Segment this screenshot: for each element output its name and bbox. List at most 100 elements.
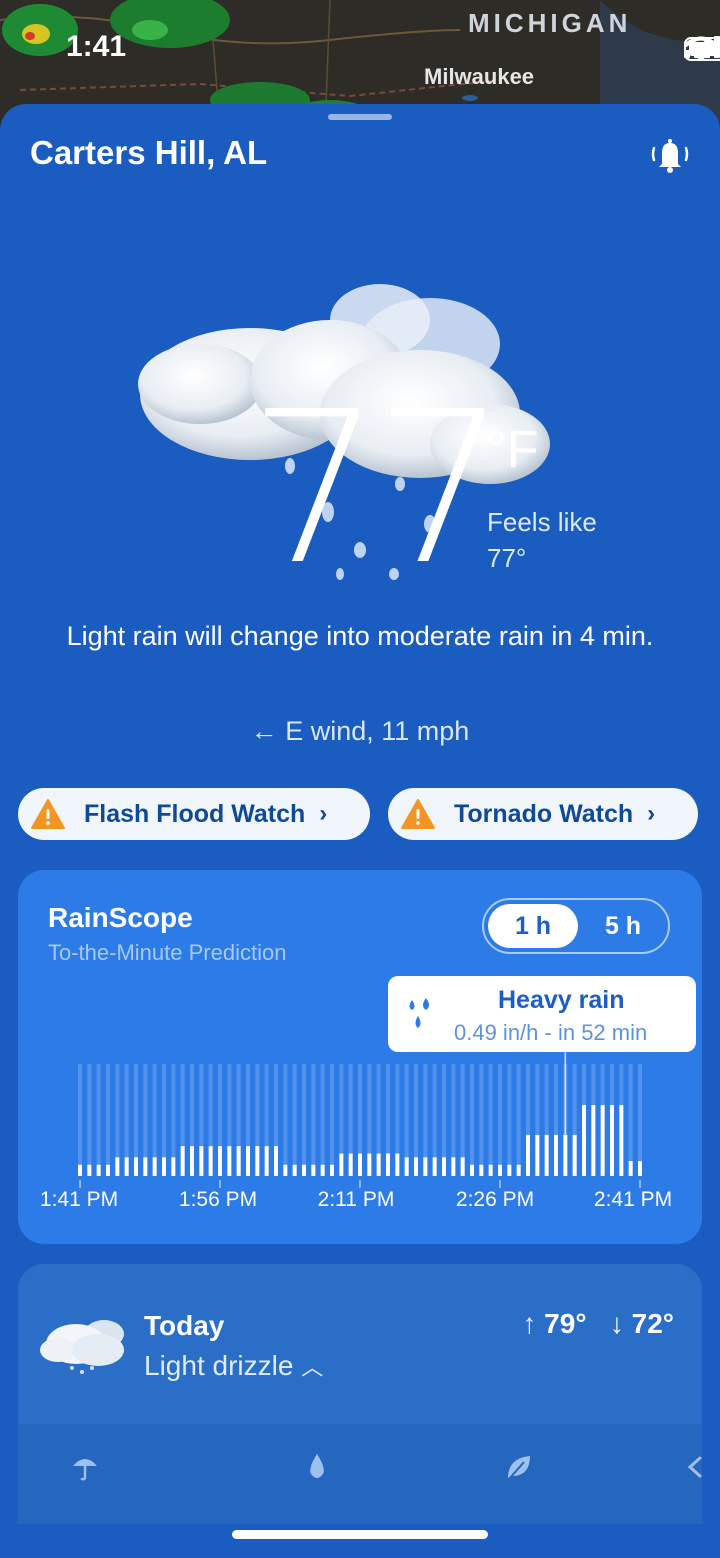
alert-tornado-button[interactable]: Tornado Watch › [388, 788, 698, 840]
rain-bar-track [470, 1064, 474, 1176]
time-label: 2:11 PM [317, 1188, 395, 1211]
alert-tornado-label: Tornado Watch [454, 799, 634, 828]
rainscope-subtitle: To-the-Minute Prediction [48, 940, 287, 965]
rain-bar [292, 1164, 297, 1176]
forecast-description-text: Light drizzle [144, 1350, 294, 1381]
status-time: 1:41 [66, 30, 127, 63]
forecast-description[interactable]: Light drizzle ︿ [144, 1350, 323, 1382]
rain-bar-track [78, 1064, 82, 1176]
raindrops-icon [409, 998, 429, 1028]
temperature-unit: °F [486, 421, 539, 479]
weather-sheet[interactable]: Carters Hill, AL 77 °F Feels like 77° Li… [0, 104, 720, 1558]
alert-bell-icon[interactable] [648, 134, 692, 174]
leaf-icon[interactable] [504, 1452, 534, 1482]
rain-bar [358, 1153, 362, 1176]
forecast-high: ↑ 79° [522, 1308, 587, 1339]
rain-bar [619, 1105, 624, 1176]
rain-bar-track [292, 1064, 297, 1176]
rain-bar [582, 1105, 586, 1176]
sheet-grabber[interactable] [328, 114, 392, 120]
segment-5h[interactable]: 5 h [578, 904, 668, 948]
rain-bar-track [488, 1064, 493, 1176]
rain-bar [171, 1157, 176, 1176]
rain-tooltip: Heavy rain 0.49 in/h - in 52 min [388, 976, 696, 1052]
rain-bar-track [283, 1064, 288, 1176]
rain-bar [274, 1146, 278, 1176]
rain-bar [386, 1153, 390, 1176]
alert-flash-flood-button[interactable]: Flash Flood Watch › [18, 788, 370, 840]
rain-bar [544, 1134, 549, 1176]
current-temperature: 77 [248, 366, 507, 611]
rain-bar [376, 1153, 381, 1176]
rain-bar [526, 1134, 530, 1176]
rain-bar [479, 1164, 484, 1176]
rain-bar [227, 1146, 232, 1176]
rain-bar [432, 1157, 437, 1176]
rain-bar-track [479, 1064, 484, 1176]
rain-bar [78, 1164, 82, 1176]
chevron-right-icon: › [647, 800, 656, 827]
map-label-city: Milwaukee [424, 64, 535, 89]
rain-bar [404, 1157, 409, 1176]
feels-like-label: Feels like [487, 507, 597, 537]
rain-bar [134, 1157, 138, 1176]
rain-bar [516, 1164, 521, 1176]
rain-bar [152, 1157, 157, 1176]
rain-bar [162, 1157, 166, 1176]
rain-bar [535, 1134, 540, 1176]
rain-bar [470, 1164, 474, 1176]
rain-bar [367, 1153, 372, 1176]
umbrella-icon[interactable] [70, 1452, 100, 1482]
battery-icon [684, 37, 720, 61]
rain-bar [507, 1164, 512, 1176]
rain-bar [451, 1157, 456, 1176]
time-label: 1:41 PM [39, 1188, 119, 1211]
wind-info: ← E wind, 11 mph [250, 716, 470, 746]
rain-bar [264, 1146, 269, 1176]
rain-bar [87, 1164, 92, 1176]
rain-bar [106, 1164, 110, 1176]
rain-bar [246, 1146, 250, 1176]
rain-bar [208, 1146, 213, 1176]
rain-bar [348, 1153, 353, 1176]
rain-bar-track [311, 1064, 316, 1176]
tooltip-detail: 0.49 in/h - in 52 min [454, 1020, 648, 1045]
time-label: 2:26 PM [455, 1188, 535, 1211]
rain-bar [591, 1105, 596, 1176]
rain-bar [330, 1164, 334, 1176]
rain-bar [572, 1134, 577, 1176]
drizzle-cloud-icon [40, 1320, 124, 1374]
precip-summary: Light rain will change into moderate rai… [66, 621, 654, 651]
rain-bar-track [330, 1064, 334, 1176]
rainscope-card[interactable]: RainScope To-the-Minute Prediction 1 h 5… [18, 870, 702, 1244]
rain-bar [218, 1146, 222, 1176]
rain-bar-track [87, 1064, 92, 1176]
drop-icon[interactable] [302, 1452, 332, 1482]
rain-bar [115, 1157, 120, 1176]
time-label: 1:56 PM [178, 1188, 258, 1211]
rain-bar [339, 1153, 344, 1176]
rain-bar-track [106, 1064, 110, 1176]
warning-icon [31, 799, 65, 829]
rain-bar [423, 1157, 428, 1176]
timespan-segmented-control[interactable]: 1 h 5 h [482, 898, 670, 954]
segment-1h[interactable]: 1 h [488, 904, 578, 948]
rain-bar [442, 1157, 446, 1176]
rain-bar [498, 1164, 502, 1176]
rain-bar-track [638, 1064, 642, 1176]
rainscope-title: RainScope [48, 902, 193, 933]
home-indicator[interactable] [232, 1530, 488, 1539]
rain-bar [395, 1153, 400, 1176]
warning-icon [401, 799, 435, 829]
chevron-left-icon[interactable] [680, 1452, 702, 1482]
forecast-low: ↓ 72° [609, 1308, 674, 1339]
rain-bar [460, 1157, 465, 1176]
rain-bar [302, 1164, 306, 1176]
rain-bar-track [320, 1064, 325, 1176]
time-label: 2:41 PM [593, 1188, 673, 1211]
rain-bar [610, 1105, 614, 1176]
chevron-up-icon: ︿ [301, 1355, 324, 1380]
rain-bar-track [507, 1064, 512, 1176]
today-forecast-card[interactable]: Today Light drizzle ︿ ↑ 79° ↓ 72° [18, 1264, 702, 1524]
alert-flash-flood-label: Flash Flood Watch [84, 799, 306, 828]
